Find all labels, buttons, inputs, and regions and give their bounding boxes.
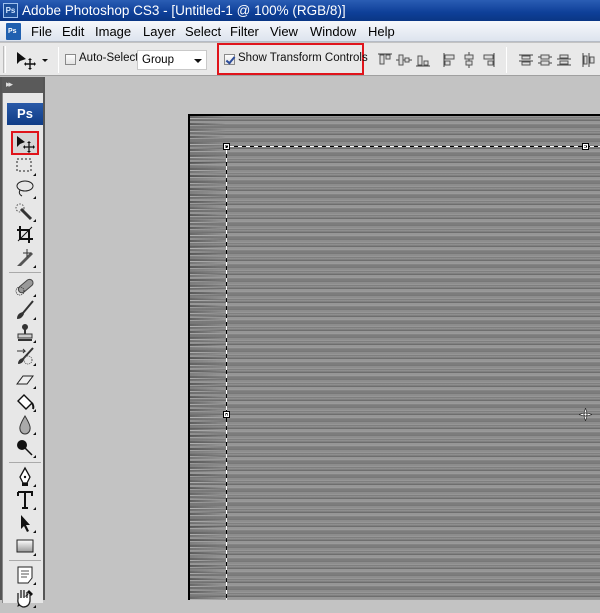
- separator: [58, 47, 59, 73]
- transform-bounding-box-left[interactable]: [226, 146, 227, 600]
- tool-slice[interactable]: [13, 247, 37, 269]
- tools-panel: ▸▸ Ps: [0, 77, 45, 608]
- options-bar: Auto-Select: Group Show Transform Contro…: [0, 43, 600, 76]
- tool-hand[interactable]: [12, 587, 36, 609]
- menu-help[interactable]: Help: [366, 23, 397, 40]
- tool-history-brush[interactable]: [13, 345, 37, 367]
- photoshop-icon: Ps: [3, 3, 18, 18]
- tool-path-selection[interactable]: [13, 512, 37, 534]
- tool-brush[interactable]: [13, 299, 37, 321]
- auto-select-dropdown[interactable]: Group: [137, 50, 207, 70]
- transform-bounding-box-top[interactable]: [226, 146, 600, 147]
- tools-panel-body: Ps: [2, 93, 43, 608]
- tool-move[interactable]: [11, 131, 39, 155]
- align-right-edges-icon[interactable]: [480, 52, 496, 68]
- distribute-left-edges-icon[interactable]: [581, 52, 597, 68]
- menu-image[interactable]: Image: [93, 23, 133, 40]
- separator: [9, 462, 41, 463]
- auto-select-label: Auto-Select:: [79, 52, 142, 64]
- distribute-vertical-centers-icon[interactable]: [537, 52, 553, 68]
- crop-icon: [17, 226, 33, 243]
- title-bar: Ps Adobe Photoshop CS3 - [Untitled-1 @ 1…: [0, 0, 600, 21]
- tool-dodge[interactable]: [13, 437, 37, 459]
- align-bottom-edges-icon[interactable]: [415, 52, 431, 68]
- auto-select-checkbox[interactable]: [65, 54, 76, 65]
- menu-filter[interactable]: Filter: [228, 23, 261, 40]
- tool-rectangle[interactable]: [13, 535, 37, 557]
- tool-pen[interactable]: [13, 466, 37, 488]
- auto-select-value: Group: [142, 54, 174, 66]
- document-canvas[interactable]: [188, 114, 600, 600]
- tool-rectangular-marquee[interactable]: [13, 155, 37, 177]
- tool-blur[interactable]: [13, 414, 37, 436]
- distribute-top-edges-icon[interactable]: [518, 52, 534, 68]
- tool-eraser[interactable]: [13, 368, 37, 390]
- align-vertical-centers-icon[interactable]: [396, 52, 412, 68]
- align-left-edges-icon[interactable]: [442, 52, 458, 68]
- align-horizontal-centers-icon[interactable]: [461, 52, 477, 68]
- tool-clone-stamp[interactable]: [13, 322, 37, 344]
- canvas-texture-edge: [190, 116, 226, 600]
- menu-bar: File Edit Image Layer Select Filter View…: [0, 21, 600, 42]
- chevron-down-icon: [42, 59, 48, 62]
- menu-select[interactable]: Select: [183, 23, 223, 40]
- window-title: Adobe Photoshop CS3 - [Untitled-1 @ 100%…: [22, 3, 346, 18]
- separator: [506, 47, 507, 73]
- show-transform-controls-checkbox[interactable]: [224, 54, 235, 65]
- menu-file[interactable]: File: [29, 23, 54, 40]
- move-tool-icon: [17, 136, 35, 153]
- distribute-bottom-edges-icon[interactable]: [556, 52, 572, 68]
- menu-view[interactable]: View: [268, 23, 300, 40]
- show-transform-controls-label: Show Transform Controls: [238, 52, 368, 64]
- separator: [9, 560, 41, 561]
- menu-layer[interactable]: Layer: [141, 23, 178, 40]
- document-icon[interactable]: [6, 23, 21, 40]
- transform-handle-middle-left[interactable]: [223, 411, 230, 418]
- expand-panel-icon[interactable]: ▸▸: [2, 77, 43, 93]
- photoshop-logo[interactable]: Ps: [7, 103, 43, 125]
- transform-reference-point-icon[interactable]: [579, 408, 592, 421]
- chevron-down-icon: [194, 59, 202, 63]
- tool-preset-picker[interactable]: [14, 49, 52, 71]
- tool-paint-bucket[interactable]: [13, 391, 37, 413]
- menu-window[interactable]: Window: [308, 23, 358, 40]
- tool-notes[interactable]: [13, 564, 37, 586]
- move-tool-icon: [17, 52, 36, 70]
- menu-edit[interactable]: Edit: [60, 23, 86, 40]
- transform-handle-top-left[interactable]: [223, 143, 230, 150]
- align-top-edges-icon[interactable]: [377, 52, 393, 68]
- separator: [9, 272, 41, 273]
- options-bar-grip[interactable]: [3, 46, 6, 73]
- tool-lasso[interactable]: [13, 178, 37, 200]
- tool-quick-selection[interactable]: [13, 201, 37, 223]
- tool-spot-healing-brush[interactable]: [13, 276, 37, 298]
- transform-handle-top-middle[interactable]: [582, 143, 589, 150]
- hand-icon: [17, 590, 31, 608]
- tool-crop[interactable]: [13, 224, 37, 246]
- tool-type[interactable]: [13, 489, 37, 511]
